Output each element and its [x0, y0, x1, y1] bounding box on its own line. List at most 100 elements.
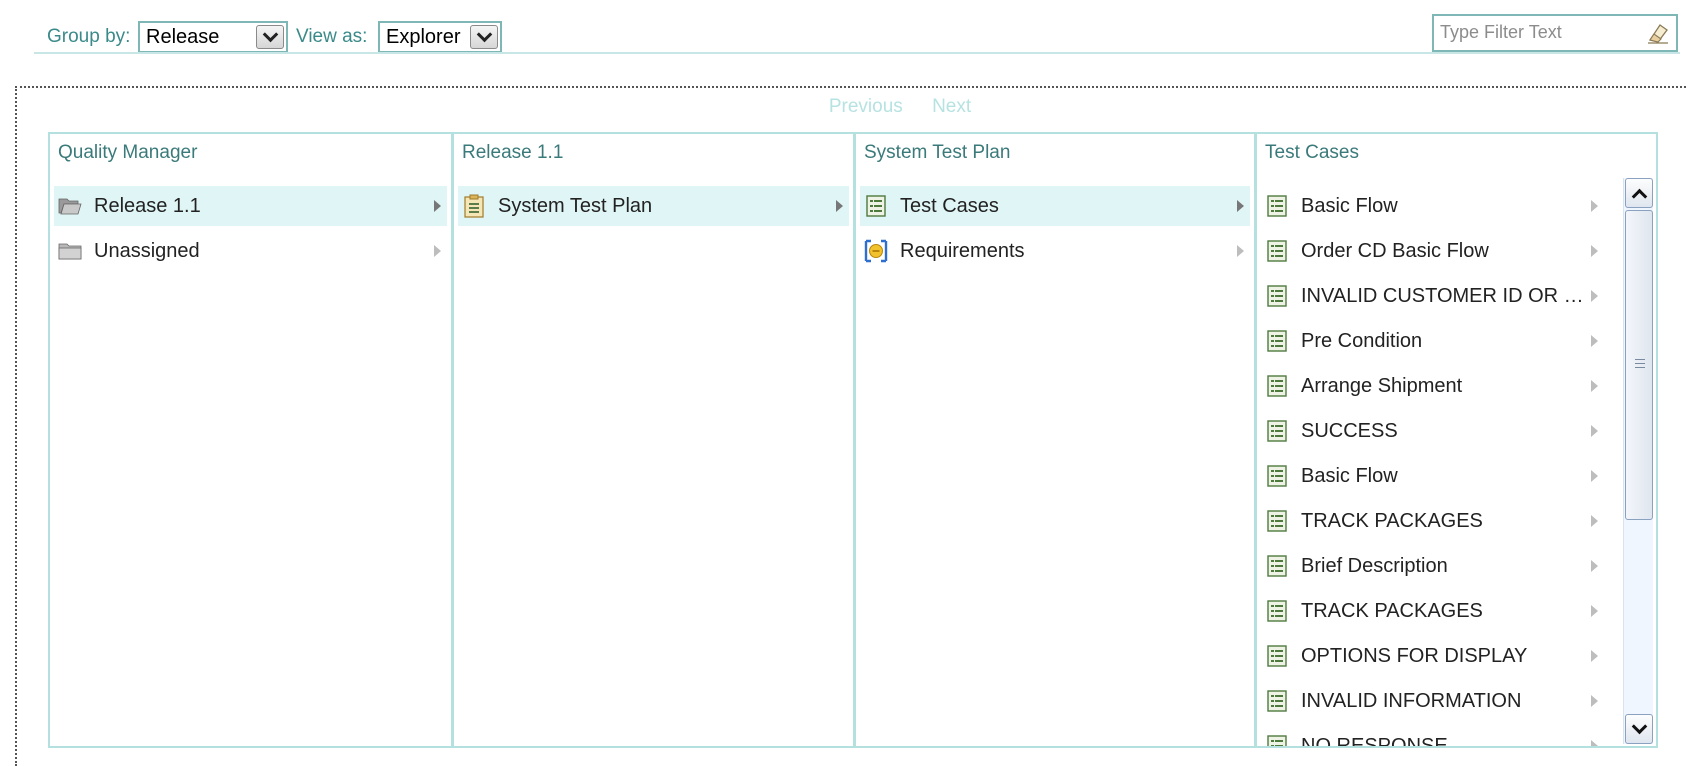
list-item-unassigned[interactable]: Unassigned [54, 231, 447, 271]
grip-icon [1635, 359, 1645, 368]
view-as-value: Explorer [386, 26, 461, 48]
column-title: Release 1.1 [462, 142, 564, 163]
test-case-item[interactable]: Arrange Shipment [1261, 366, 1616, 406]
list-item-label: TRACK PACKAGES [1301, 509, 1483, 532]
next-link[interactable]: Next [932, 96, 971, 118]
test-case-icon [1267, 555, 1287, 577]
test-case-item[interactable]: TRACK PACKAGES [1261, 501, 1616, 541]
view-as-select[interactable]: Explorer [378, 21, 502, 53]
test-case-item[interactable]: SUCCESS [1261, 411, 1616, 451]
list-item-label: Basic Flow [1301, 194, 1398, 217]
column-title: Quality Manager [58, 142, 198, 163]
expand-arrow-icon [1591, 380, 1598, 392]
test-case-icon [1267, 240, 1287, 262]
list-item-test-cases[interactable]: Test Cases [860, 186, 1250, 226]
column-items: Basic Flow Order CD Basic Flow INVALID CUS… [1257, 186, 1620, 746]
expand-arrow-icon [1591, 290, 1598, 302]
test-case-icon [1267, 645, 1287, 667]
scroll-thumb[interactable] [1625, 210, 1653, 520]
toolbar: Group by: Release View as: Explorer [34, 10, 1688, 62]
group-by-value: Release [146, 26, 220, 48]
expand-arrow-icon [1591, 470, 1598, 482]
expand-arrow-icon [1591, 605, 1598, 617]
toolbar-divider [34, 52, 1680, 54]
test-case-item[interactable]: INVALID INFORMATION [1261, 681, 1616, 721]
expand-arrow-icon [1591, 515, 1598, 527]
test-case-icon [1267, 330, 1287, 352]
list-item-system-test-plan[interactable]: System Test Plan [458, 186, 849, 226]
list-item-label: Test Cases [900, 194, 999, 217]
pager: Previous Next [0, 96, 1688, 118]
expand-arrow-icon [1591, 245, 1598, 257]
expand-arrow-icon [1591, 740, 1598, 746]
test-case-icon [1267, 735, 1287, 746]
chevron-down-icon[interactable] [470, 25, 498, 49]
column-title: System Test Plan [864, 142, 1011, 163]
expand-arrow-icon [1237, 200, 1244, 212]
scroll-up-button[interactable] [1625, 178, 1653, 208]
column-items: System Test Plan [454, 186, 853, 746]
list-item-label: Basic Flow [1301, 464, 1398, 487]
group-by-select[interactable]: Release [138, 21, 288, 53]
expand-arrow-icon [434, 245, 441, 257]
previous-link[interactable]: Previous [829, 96, 903, 118]
list-item-requirements[interactable]: Requirements [860, 231, 1250, 271]
test-case-icon [1267, 195, 1287, 217]
test-case-item[interactable]: TRACK PACKAGES [1261, 591, 1616, 631]
explorer-columns: Quality Manager Release 1.1 Unassigned R… [48, 132, 1658, 748]
test-case-icon [1267, 600, 1287, 622]
expand-arrow-icon [1591, 425, 1598, 437]
filter-box[interactable] [1432, 14, 1678, 52]
column-test-cases: Test Cases Basic Flow Order CD Basic Flow… [1257, 134, 1656, 746]
vertical-scrollbar[interactable] [1623, 178, 1653, 744]
test-case-item[interactable]: Basic Flow [1261, 186, 1616, 226]
view-as-label: View as: [296, 26, 368, 47]
list-item-label: Pre Condition [1301, 329, 1423, 352]
list-item-label: INVALID CUSTOMER ID OR P... [1301, 284, 1591, 307]
column-items: Release 1.1 Unassigned [50, 186, 451, 746]
chevron-down-icon[interactable] [256, 25, 284, 49]
column-title: Test Cases [1265, 142, 1359, 163]
list-item-label: Brief Description [1301, 554, 1448, 577]
test-case-icon [866, 195, 886, 217]
test-case-icon [1267, 690, 1287, 712]
eraser-icon[interactable] [1646, 22, 1670, 44]
column-quality-manager: Quality Manager Release 1.1 Unassigned [50, 134, 454, 746]
test-case-item[interactable]: INVALID CUSTOMER ID OR P... [1261, 276, 1616, 316]
list-item-label: Unassigned [94, 239, 200, 262]
open-folder-icon [58, 198, 82, 215]
list-item-label: OPTIONS FOR DISPLAY [1301, 644, 1528, 667]
test-case-icon [1267, 465, 1287, 487]
list-item-label: Arrange Shipment [1301, 374, 1463, 397]
expand-arrow-icon [1591, 200, 1598, 212]
test-plan-icon [464, 194, 484, 218]
expand-arrow-icon [434, 200, 441, 212]
column-items: Test Cases Requirements [856, 186, 1254, 746]
test-case-item[interactable]: OPTIONS FOR DISPLAY [1261, 636, 1616, 676]
expand-arrow-icon [1591, 695, 1598, 707]
list-item-label: NO RESPONSE [1301, 734, 1448, 747]
folder-icon [58, 243, 82, 260]
test-case-icon [1267, 510, 1287, 532]
requirements-icon [864, 239, 888, 263]
test-case-icon [1267, 375, 1287, 397]
expand-arrow-icon [1591, 560, 1598, 572]
list-item-label: INVALID INFORMATION [1301, 689, 1522, 712]
test-case-icon [1267, 420, 1287, 442]
list-item-release-1-1[interactable]: Release 1.1 [54, 186, 447, 226]
list-item-label: Requirements [900, 239, 1025, 262]
test-case-item[interactable]: Order CD Basic Flow [1261, 231, 1616, 271]
list-item-label: TRACK PACKAGES [1301, 599, 1483, 622]
filter-input[interactable] [1434, 16, 1634, 48]
test-case-item[interactable]: NO RESPONSE [1261, 726, 1616, 746]
column-system-test-plan: System Test Plan Test Cases Requirements [856, 134, 1257, 746]
expand-arrow-icon [836, 200, 843, 212]
group-by-label: Group by: [47, 26, 131, 47]
test-case-item[interactable]: Pre Condition [1261, 321, 1616, 361]
expand-arrow-icon [1591, 335, 1598, 347]
test-case-item[interactable]: Brief Description [1261, 546, 1616, 586]
scroll-down-button[interactable] [1625, 714, 1653, 744]
test-case-icon [1267, 285, 1287, 307]
test-case-item[interactable]: Basic Flow [1261, 456, 1616, 496]
list-item-label: SUCCESS [1301, 419, 1398, 442]
